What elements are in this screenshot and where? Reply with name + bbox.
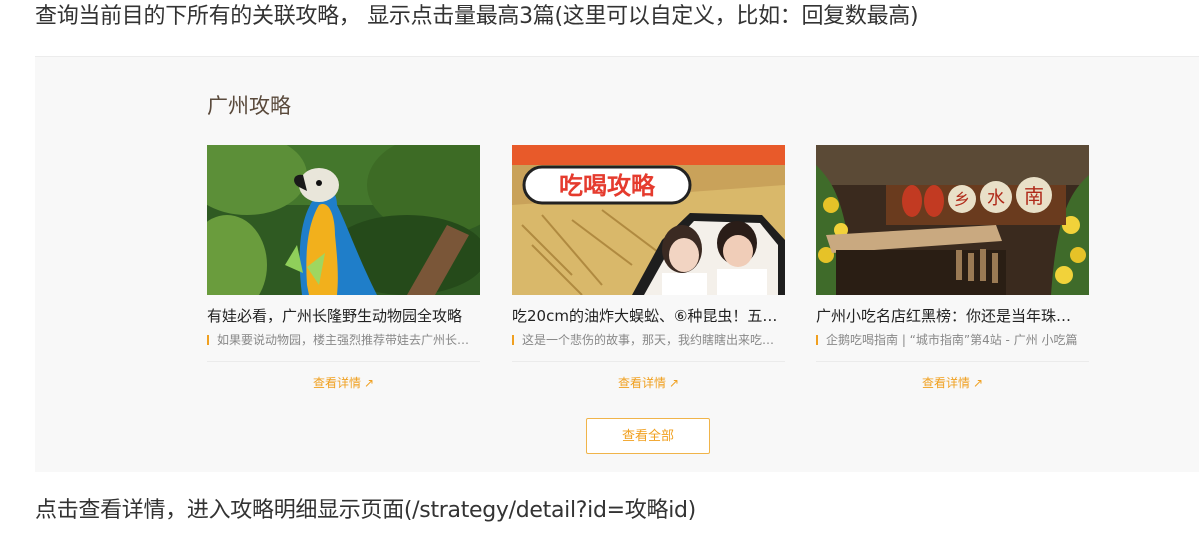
card-divider xyxy=(512,361,785,362)
card-thumbnail[interactable] xyxy=(207,145,480,295)
description-text: 企鹅吃喝指南 | “城市指南”第4站 - 广州 小吃篇 xyxy=(826,333,1078,347)
view-details-label: 查看详情 xyxy=(617,376,666,390)
bottom-description-note: 点击查看详情，进入攻略明细显示页面(/strategy/detail?id=攻略… xyxy=(35,498,696,523)
description-text: 如果要说动物园，楼主强烈推荐带娃去广州长… xyxy=(217,333,470,347)
card-title[interactable]: 有娃必看，广州长隆野生动物园全攻略 xyxy=(207,306,480,326)
sign-char-1: 乡 xyxy=(954,190,970,209)
top-description-note: 查询当前目的下所有的关联攻略， 显示点击量最高3篇(这里可以自定义，比如：回复数… xyxy=(35,4,919,29)
description-accent-bar xyxy=(816,335,818,345)
view-details-label: 查看详情 xyxy=(312,376,361,390)
view-details-link[interactable]: 查看详情 ↗ xyxy=(512,374,785,392)
arrow-up-right-icon: ↗ xyxy=(363,376,375,390)
strategy-card[interactable]: 吃喝攻略 吃20cm的油炸大蜈蚣、⑥种昆虫！五… 这是一个悲伤的故事，那天，我约… xyxy=(512,145,785,397)
strategy-card[interactable]: 乡 水 南 广州小吃名店红黑榜：你还是当年珠… 企鹅吃喝指南 | “城市指南”第… xyxy=(816,145,1089,397)
sign-char-2: 水 xyxy=(987,188,1005,209)
description-text: 这是一个悲伤的故事，那天，我约瞎瞎出来吃… xyxy=(522,333,775,347)
card-description: 如果要说动物园，楼主强烈推荐带娃去广州长… xyxy=(207,331,480,349)
section-title: 广州攻略 xyxy=(207,94,291,118)
sign-char-3: 南 xyxy=(1024,184,1044,208)
view-details-link[interactable]: 查看详情 ↗ xyxy=(816,374,1089,392)
strategy-card[interactable]: 有娃必看，广州长隆野生动物园全攻略 如果要说动物园，楼主强烈推荐带娃去广州长… … xyxy=(207,145,480,397)
card-divider xyxy=(816,361,1089,362)
card-thumbnail[interactable]: 吃喝攻略 xyxy=(512,145,785,295)
street-food-shop-photo-icon: 乡 水 南 xyxy=(816,145,1089,295)
card-description: 企鹅吃喝指南 | “城市指南”第4站 - 广州 小吃篇 xyxy=(816,331,1089,349)
strategy-panel: 广州攻略 有娃必看，广州长隆野生动物园全攻略 如果要说动物园，楼主强烈推荐带娃去… xyxy=(35,56,1199,472)
view-all-button[interactable]: 查看全部 xyxy=(586,418,710,454)
arrow-up-right-icon: ↗ xyxy=(668,376,680,390)
card-title[interactable]: 广州小吃名店红黑榜：你还是当年珠… xyxy=(816,306,1089,326)
food-video-photo-icon: 吃喝攻略 xyxy=(512,145,785,295)
view-details-label: 查看详情 xyxy=(921,376,970,390)
description-accent-bar xyxy=(207,335,209,345)
card-title[interactable]: 吃20cm的油炸大蜈蚣、⑥种昆虫！五… xyxy=(512,306,785,326)
view-details-link[interactable]: 查看详情 ↗ xyxy=(207,374,480,392)
arrow-up-right-icon: ↗ xyxy=(972,376,984,390)
parrot-photo-icon xyxy=(207,145,480,295)
card-thumbnail[interactable]: 乡 水 南 xyxy=(816,145,1089,295)
card-divider xyxy=(207,361,480,362)
card-description: 这是一个悲伤的故事，那天，我约瞎瞎出来吃… xyxy=(512,331,785,349)
description-accent-bar xyxy=(512,335,514,345)
image-caption-text: 吃喝攻略 xyxy=(559,172,656,200)
